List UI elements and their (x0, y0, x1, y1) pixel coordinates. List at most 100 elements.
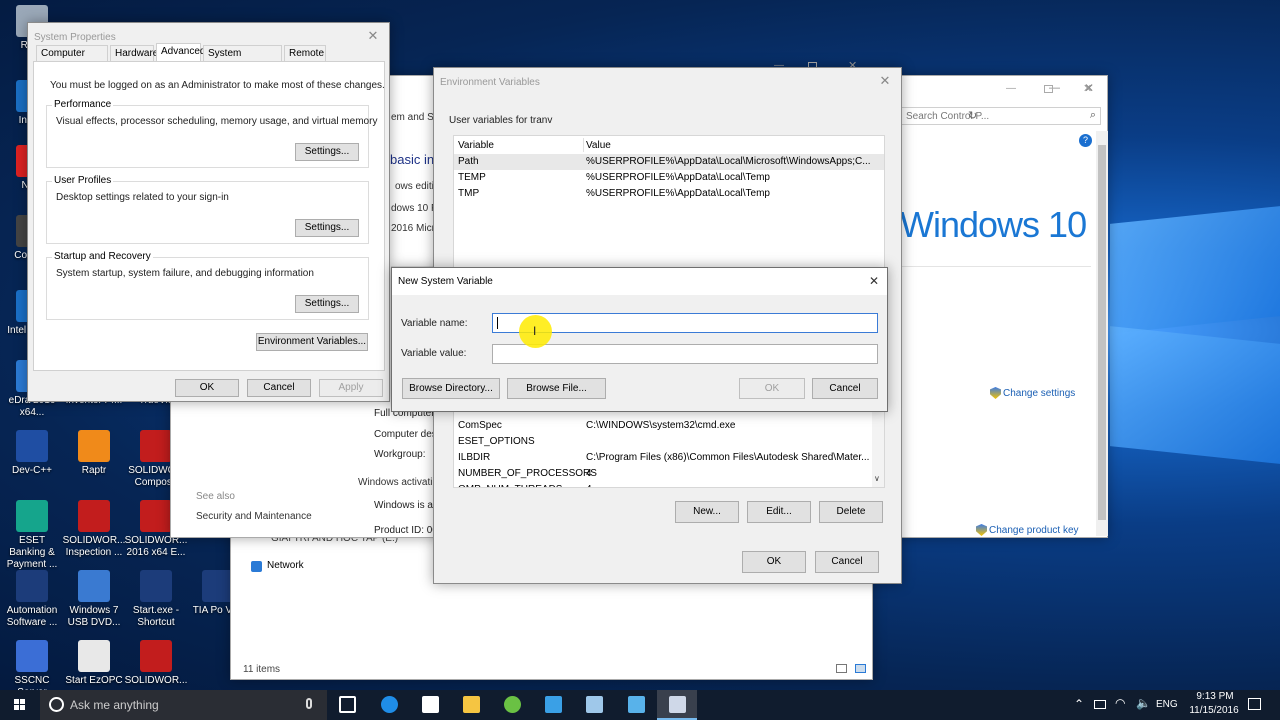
notepad-icon[interactable] (574, 690, 614, 720)
system-variable-row[interactable]: NUMBER_OF_PROCESSORS 4 (454, 466, 872, 482)
activation-status-text: Windows is ac (374, 500, 438, 511)
app-icon (16, 430, 48, 462)
language-indicator[interactable]: ENG (1156, 699, 1178, 710)
large-icons-view-icon[interactable] (855, 664, 866, 673)
battery-icon[interactable] (1094, 700, 1106, 709)
cancel-button[interactable]: Cancel (812, 378, 878, 399)
variable-name-cell: ComSpec (458, 420, 502, 431)
variable-value-cell: C:\WINDOWS\system32\cmd.exe (586, 420, 736, 431)
green-app-icon[interactable] (492, 690, 532, 720)
browse-file-button[interactable]: Browse File... (507, 378, 606, 399)
delete-system-variable-button[interactable]: Delete (819, 501, 883, 523)
security-maintenance-link[interactable]: Security and Maintenance (196, 511, 312, 522)
desktop-icon[interactable]: SOLIDWOR... Inspection ... (62, 500, 126, 559)
tab-computer-name[interactable]: Computer Name (36, 45, 108, 74)
chevron-up-icon[interactable]: ⌃ (1074, 697, 1084, 711)
user-profiles-settings-button[interactable]: Settings... (295, 219, 359, 237)
variable-name-cell: TMP (458, 188, 480, 199)
change-settings-link[interactable]: Change settings (1003, 388, 1075, 399)
scrollbar[interactable]: ∨ (872, 408, 884, 487)
desktop-icon[interactable]: Raptr (62, 430, 126, 477)
user-variable-row[interactable]: Path %USERPROFILE%\AppData\Local\Microsof… (454, 154, 884, 170)
close-icon[interactable]: ✕ (871, 68, 899, 94)
edit-system-variable-button[interactable]: Edit... (747, 501, 811, 523)
file-explorer-icon[interactable] (451, 690, 491, 720)
cancel-button[interactable]: Cancel (247, 379, 311, 397)
system-properties-task-icon[interactable] (657, 690, 697, 720)
app-icon (16, 570, 48, 602)
clock-date[interactable]: 11/15/2016 (1184, 705, 1244, 716)
tab-remote[interactable]: Remote (284, 45, 326, 61)
user-variables-list[interactable]: Variable Value Path %USERPROFILE%\AppData… (453, 135, 885, 270)
scrollbar[interactable] (1096, 131, 1108, 536)
desktop-icon[interactable]: Start EzOPC (62, 640, 126, 687)
browse-directory-button[interactable]: Browse Directory... (402, 378, 500, 399)
ok-button[interactable]: OK (175, 379, 239, 397)
desktop-icon[interactable]: Dev-C++ (0, 430, 64, 477)
control-panel-search-box[interactable]: Search Control P... ⌕ (901, 107, 1101, 125)
tab-hardware[interactable]: Hardware (110, 45, 158, 61)
ok-button[interactable]: OK (742, 551, 806, 573)
wifi-icon[interactable]: ◠ (1115, 696, 1125, 710)
system-variables-list[interactable]: ∨ ComSpec C:\WINDOWS\system32\cmd.exe ESET… (453, 408, 885, 488)
start-button[interactable] (0, 690, 40, 720)
tab-advanced[interactable]: Advanced (156, 43, 205, 61)
monitor-app-icon[interactable] (616, 690, 656, 720)
column-header-variable[interactable]: Variable (458, 138, 494, 154)
list-header: Variable Value (454, 138, 884, 154)
task-view-icon[interactable] (327, 690, 367, 720)
close-icon[interactable]: ✕ (1083, 82, 1092, 95)
app-icon (78, 430, 110, 462)
user-variable-row[interactable]: TMP %USERPROFILE%\AppData\Local\Temp (454, 186, 884, 202)
scroll-down-icon[interactable]: ∨ (874, 474, 880, 483)
performance-group: Performance Visual effects, processor sc… (46, 99, 377, 168)
close-icon[interactable]: ✕ (869, 274, 879, 288)
system-variable-row[interactable]: ComSpec C:\WINDOWS\system32\cmd.exe (454, 418, 872, 434)
app-icon (16, 500, 48, 532)
startup-recovery-label: Startup and Recovery (52, 251, 153, 262)
microphone-icon[interactable] (306, 698, 312, 709)
performance-settings-button[interactable]: Settings... (295, 143, 359, 161)
system-variable-row[interactable]: OMP_NUM_THREADS 4 (454, 482, 872, 487)
refresh-icon[interactable]: ↻ (968, 109, 977, 122)
desktop-icon[interactable]: Automation Software ... (0, 570, 64, 629)
windows-logo-pane (1110, 326, 1280, 464)
desktop-icon[interactable]: ESET Banking & Payment ... (0, 500, 64, 571)
maximize-icon[interactable] (1044, 85, 1053, 93)
column-header-value[interactable]: Value (586, 138, 611, 154)
explorer-network-item[interactable]: Network (267, 560, 304, 571)
variable-name-cell: Path (458, 156, 479, 167)
solidworks-app-icon[interactable] (533, 690, 573, 720)
app-icon (140, 500, 172, 532)
environment-variables-button[interactable]: Environment Variables... (256, 333, 368, 351)
user-variable-row[interactable]: TEMP %USERPROFILE%\AppData\Local\Temp (454, 170, 884, 186)
edge-browser-icon[interactable] (369, 690, 409, 720)
store-icon[interactable] (410, 690, 450, 720)
desktop-icon-label: Start.exe - Shortcut (132, 605, 180, 628)
variable-value-cell: 4 (586, 468, 592, 479)
ok-button[interactable]: OK (739, 378, 805, 399)
close-icon[interactable]: ✕ (359, 23, 387, 49)
desktop-icon[interactable]: SOLIDWOR... (124, 640, 188, 687)
startup-settings-button[interactable]: Settings... (295, 295, 359, 313)
volume-icon[interactable]: 🔈 (1136, 696, 1151, 710)
details-view-icon[interactable] (836, 664, 847, 673)
windows-logo-pane (1110, 206, 1280, 334)
desktop-icon[interactable]: Windows 7 USB DVD... (62, 570, 126, 629)
tab-system-protection[interactable]: System Protection (203, 45, 282, 74)
cortana-search-box[interactable]: Ask me anything (40, 690, 327, 720)
minimize-icon[interactable]: — (1006, 83, 1016, 94)
system-variable-row[interactable]: ESET_OPTIONS (454, 434, 872, 450)
new-system-variable-button[interactable]: New... (675, 501, 739, 523)
change-product-key-link[interactable]: Change product key (989, 525, 1079, 536)
clock-time[interactable]: 9:13 PM (1190, 691, 1240, 702)
help-icon[interactable]: ? (1079, 134, 1092, 147)
desktop-icon[interactable]: Start.exe - Shortcut (124, 570, 188, 629)
system-variable-row[interactable]: ILBDIR C:\Program Files (x86)\Common File… (454, 450, 872, 466)
apply-button[interactable]: Apply (319, 379, 383, 397)
desktop-icon-label: ESET Banking & Payment ... (6, 535, 58, 570)
windows-activation-heading: Windows activati (358, 477, 433, 488)
cancel-button[interactable]: Cancel (815, 551, 879, 573)
variable-value-input[interactable] (492, 344, 878, 364)
action-center-icon[interactable] (1248, 698, 1261, 710)
